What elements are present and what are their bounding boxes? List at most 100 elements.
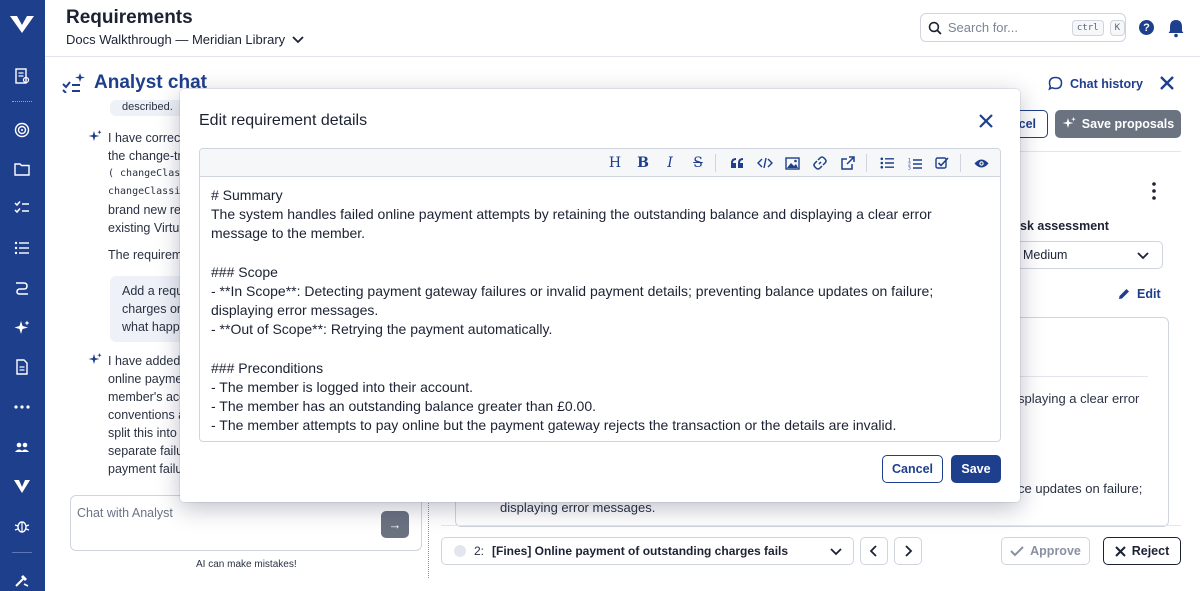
reject-button[interactable]: Reject — [1103, 537, 1181, 565]
italic-button[interactable]: I — [660, 153, 680, 173]
ai-sparkle-icon — [88, 353, 102, 364]
user-message-bubble: described. — [110, 100, 190, 116]
flow-icon[interactable] — [12, 278, 32, 298]
task-list-button[interactable] — [932, 153, 952, 173]
close-icon — [1115, 545, 1126, 557]
report-icon[interactable] — [12, 357, 32, 377]
chevron-right-icon — [905, 545, 913, 557]
divider — [441, 525, 1181, 526]
image-button[interactable] — [782, 153, 802, 173]
requirement-number: 2: — [474, 544, 485, 558]
search-box[interactable]: ctrl K — [920, 13, 1126, 42]
svg-text:3: 3 — [908, 165, 911, 170]
more-icon[interactable] — [12, 397, 32, 417]
app-logo-icon[interactable] — [9, 13, 35, 35]
bullet-list-button[interactable] — [877, 153, 897, 173]
content-text-fragment: ce updates on failure; — [1018, 481, 1143, 496]
rail-divider — [12, 101, 32, 102]
chevron-down-icon — [830, 548, 842, 556]
external-link-icon — [841, 156, 855, 170]
numbered-list-button[interactable]: 123 — [905, 153, 925, 173]
tools-icon[interactable] — [12, 570, 32, 590]
left-rail — [0, 0, 45, 591]
toolbar-divider — [960, 154, 961, 172]
check-icon — [1010, 546, 1024, 557]
approve-button[interactable]: Approve — [1001, 537, 1090, 565]
send-button[interactable]: → — [381, 511, 409, 538]
save-button[interactable]: Save — [951, 455, 1001, 483]
bullet-list-icon — [880, 157, 894, 169]
more-options-icon[interactable] — [1145, 181, 1163, 201]
search-input[interactable] — [947, 20, 1066, 35]
notifications-icon[interactable] — [1167, 18, 1185, 38]
risk-assessment-select[interactable]: Medium — [1010, 241, 1163, 269]
bug-icon[interactable] — [12, 516, 32, 536]
team-icon[interactable] — [12, 437, 32, 457]
requirement-selector[interactable]: 2: [Fines] Online payment of outstanding… — [441, 537, 854, 565]
toolbar-divider — [715, 154, 716, 172]
markdown-editor: H B I S 123 # Summary The system handles… — [199, 148, 1001, 442]
chat-history-button[interactable]: Chat history — [1048, 76, 1143, 91]
pencil-icon — [1119, 289, 1129, 299]
close-panel-icon[interactable] — [1157, 73, 1177, 93]
breadcrumb-label: Docs Walkthrough — Meridian Library — [66, 32, 286, 47]
link-icon — [813, 156, 827, 170]
close-modal-icon[interactable] — [977, 112, 995, 130]
previous-button[interactable] — [860, 537, 888, 565]
divider — [1018, 151, 1181, 152]
shortcut-k: K — [1109, 19, 1125, 36]
link-button[interactable] — [810, 153, 830, 173]
page-title: Requirements — [66, 7, 193, 28]
chevron-left-icon — [869, 545, 877, 557]
rail-divider-bottom — [12, 552, 32, 553]
code-button[interactable] — [755, 153, 775, 173]
ai-disclaimer: AI can make mistakes! — [196, 559, 297, 570]
quote-button[interactable] — [727, 153, 747, 173]
preview-button[interactable] — [971, 153, 991, 173]
image-icon — [784, 156, 800, 170]
checklist-icon[interactable] — [12, 198, 32, 218]
analyst-logo-icon[interactable] — [12, 476, 32, 496]
chat-input[interactable] — [77, 506, 377, 542]
edit-button[interactable]: Edit — [1117, 287, 1161, 301]
ai-sparkle-icon — [88, 130, 102, 141]
chat-bubble-icon — [1048, 76, 1063, 91]
quote-icon — [731, 158, 743, 168]
list-icon[interactable] — [12, 238, 32, 258]
status-dot — [454, 545, 466, 557]
ai-sparkle-icon[interactable] — [12, 318, 32, 338]
next-button[interactable] — [894, 537, 922, 565]
task-list-icon — [935, 157, 949, 169]
content-text-fragment: splaying a clear error — [1018, 391, 1140, 406]
editor-textarea[interactable]: # Summary The system handles failed onli… — [211, 186, 991, 436]
reject-label: Reject — [1131, 544, 1170, 558]
edit-requirement-modal: Edit requirement details H B I S 1 2 3 #… — [180, 89, 1020, 502]
target-icon[interactable] — [12, 120, 32, 140]
modal-title: Edit requirement details — [199, 112, 368, 129]
risk-assessment-label: sk assessment — [1020, 219, 1109, 233]
bold-button[interactable]: B — [633, 153, 653, 173]
search-icon — [928, 21, 942, 35]
eye-icon — [974, 159, 988, 167]
approve-label: Approve — [1030, 544, 1081, 558]
requirements-doc-icon[interactable] — [12, 66, 32, 86]
numbered-list-icon: 123 — [908, 157, 922, 170]
heading-button[interactable]: H — [605, 153, 625, 173]
strikethrough-button[interactable]: S — [688, 153, 708, 173]
chevron-down-icon — [292, 35, 304, 43]
chat-input-box: → — [70, 495, 422, 551]
analyst-sparkle-icon — [62, 73, 85, 93]
editor-toolbar: H B I S 123 — [200, 149, 1000, 177]
cancel-button[interactable]: Cancel — [882, 455, 943, 483]
risk-value: Medium — [1023, 248, 1068, 262]
shortcut-ctrl: ctrl — [1071, 19, 1104, 36]
save-proposals-button[interactable]: Save proposals — [1055, 110, 1181, 138]
toolbar-divider — [866, 154, 867, 172]
project-breadcrumb[interactable]: Docs Walkthrough — Meridian Library — [66, 32, 305, 47]
edit-label: Edit — [1137, 287, 1161, 301]
help-icon[interactable]: ? — [1139, 20, 1154, 35]
folder-icon[interactable] — [12, 159, 32, 179]
external-link-button[interactable] — [838, 153, 858, 173]
requirement-name: [Fines] Online payment of outstanding ch… — [492, 544, 789, 558]
content-text-fragment: displaying error messages. — [500, 500, 656, 515]
